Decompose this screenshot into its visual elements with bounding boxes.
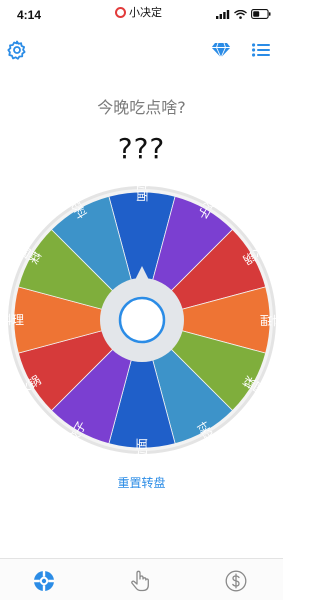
wheel-graphic[interactable]: 拉面饺子火锅日本料理泰国菜火锅底料拉面饺子火锅日本料理泰国菜火锅底料 — [2, 182, 282, 458]
wheel-icon — [34, 571, 54, 591]
diamond-icon — [211, 42, 231, 58]
status-bar: 4:14 小决定 — [0, 0, 283, 26]
status-time: 4:14 — [17, 8, 42, 22]
list-icon — [252, 43, 270, 57]
spin-result: ??? — [117, 132, 166, 165]
hand-tap-icon — [131, 570, 149, 592]
tab-donate[interactable] — [224, 569, 248, 593]
status-app-name: 小决定 — [129, 6, 162, 19]
status-app-indicator: 小决定 — [115, 4, 162, 20]
tab-tap[interactable] — [128, 569, 152, 593]
wifi-icon — [234, 9, 247, 19]
signal-icon — [216, 9, 230, 19]
gear-icon — [7, 40, 26, 60]
wheel-segment-label: 日本料理 — [2, 313, 24, 327]
wheel-list-button[interactable] — [249, 38, 273, 62]
wheel-segment-label: 拉面 — [134, 438, 149, 458]
nav-bar — [0, 38, 283, 66]
premium-button[interactable] — [209, 38, 233, 62]
wheel-segment-label: 日本料理 — [260, 313, 282, 327]
tab-bar — [0, 558, 283, 600]
wheel-question: 今晚吃点啥? — [97, 98, 186, 117]
settings-button[interactable] — [5, 38, 29, 62]
reset-wheel-button[interactable]: 重置转盘 — [0, 474, 283, 491]
status-icons — [216, 9, 271, 19]
decision-wheel[interactable]: 拉面饺子火锅日本料理泰国菜火锅底料拉面饺子火锅日本料理泰国菜火锅底料 — [2, 182, 282, 458]
wheel-segment-label: 拉面 — [135, 182, 150, 202]
spin-button[interactable] — [118, 296, 166, 344]
dollar-icon — [225, 570, 247, 592]
tab-wheel[interactable] — [32, 569, 56, 593]
record-icon — [115, 6, 126, 18]
battery-icon — [251, 9, 271, 19]
